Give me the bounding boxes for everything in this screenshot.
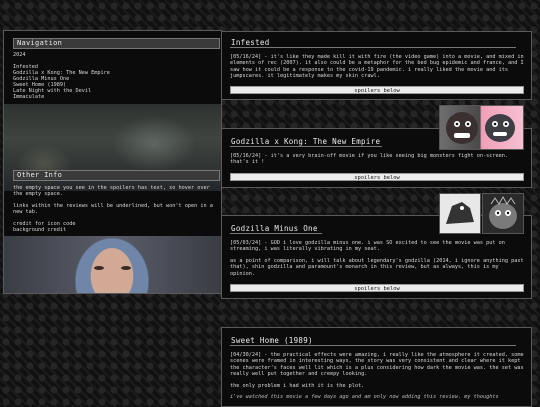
review-paragraph: i've watched this movie a few days ago a… [230, 394, 499, 401]
review-paragraph: [05/03/24] - GOD i love godzilla minus o… [230, 240, 505, 253]
spoilers-button[interactable]: spoilers below [230, 173, 524, 181]
nav-item-immaculate[interactable]: Immaculate [13, 94, 213, 100]
info-credits[interactable]: credit for icon code background credit [13, 221, 217, 234]
portrait-image [4, 236, 221, 293]
review-paragraph: as a point of comparison, i will talk ab… [230, 257, 524, 277]
godzilla-sketch-2 [489, 195, 517, 229]
review-sweet-home: Sweet Home (1989) [04/30/24] - the pract… [221, 327, 532, 407]
review-paragraph: [04/30/24] - the practical effects were … [230, 352, 524, 378]
review-title: Godzilla x Kong: The New Empire [230, 137, 382, 147]
portrait-eye-right [121, 266, 131, 270]
kong-godzilla-drawing [446, 112, 515, 144]
review-title: Godzilla Minus One [230, 224, 322, 234]
sidebar: Navigation 2024 Infested Godzilla x Kong… [3, 30, 222, 294]
review-text: [05/16/24] - it's a very brain-off movie… [230, 153, 508, 166]
spoilers-button[interactable]: spoilers below [230, 284, 524, 292]
info-hover-note: the empty space you see in the spoilers … [13, 185, 210, 198]
review-text: [04/30/24] - the practical effects were … [230, 352, 524, 405]
nav-list: 2024 Infested Godzilla x Kong: The New E… [13, 52, 213, 100]
spoilers-button[interactable]: spoilers below [230, 86, 524, 94]
review-text: [05/03/24] - GOD i love godzilla minus o… [230, 240, 524, 282]
godzilla-minus-one-image-2 [482, 193, 524, 234]
other-info-title: Other Info [13, 170, 220, 181]
review-title: Sweet Home (1989) [230, 336, 516, 346]
portrait-eye-left [94, 266, 104, 270]
info-links-note: links within the reviews will be underli… [13, 202, 213, 216]
other-info-text: the empty space you see in the spoilers … [13, 185, 217, 238]
kong-godzilla-image [439, 105, 524, 150]
review-title: Infested [230, 38, 516, 48]
review-text: [05/16/24] - it's like they made kill it… [230, 54, 524, 80]
review-infested: Infested [05/16/24] - it's like they mad… [221, 31, 532, 100]
godzilla-minus-one-image-1 [439, 193, 481, 234]
nav-title: Navigation [13, 38, 220, 49]
review-paragraph: the only problem i had with it is the pl… [230, 382, 365, 389]
godzilla-sketch-1 [446, 202, 474, 224]
